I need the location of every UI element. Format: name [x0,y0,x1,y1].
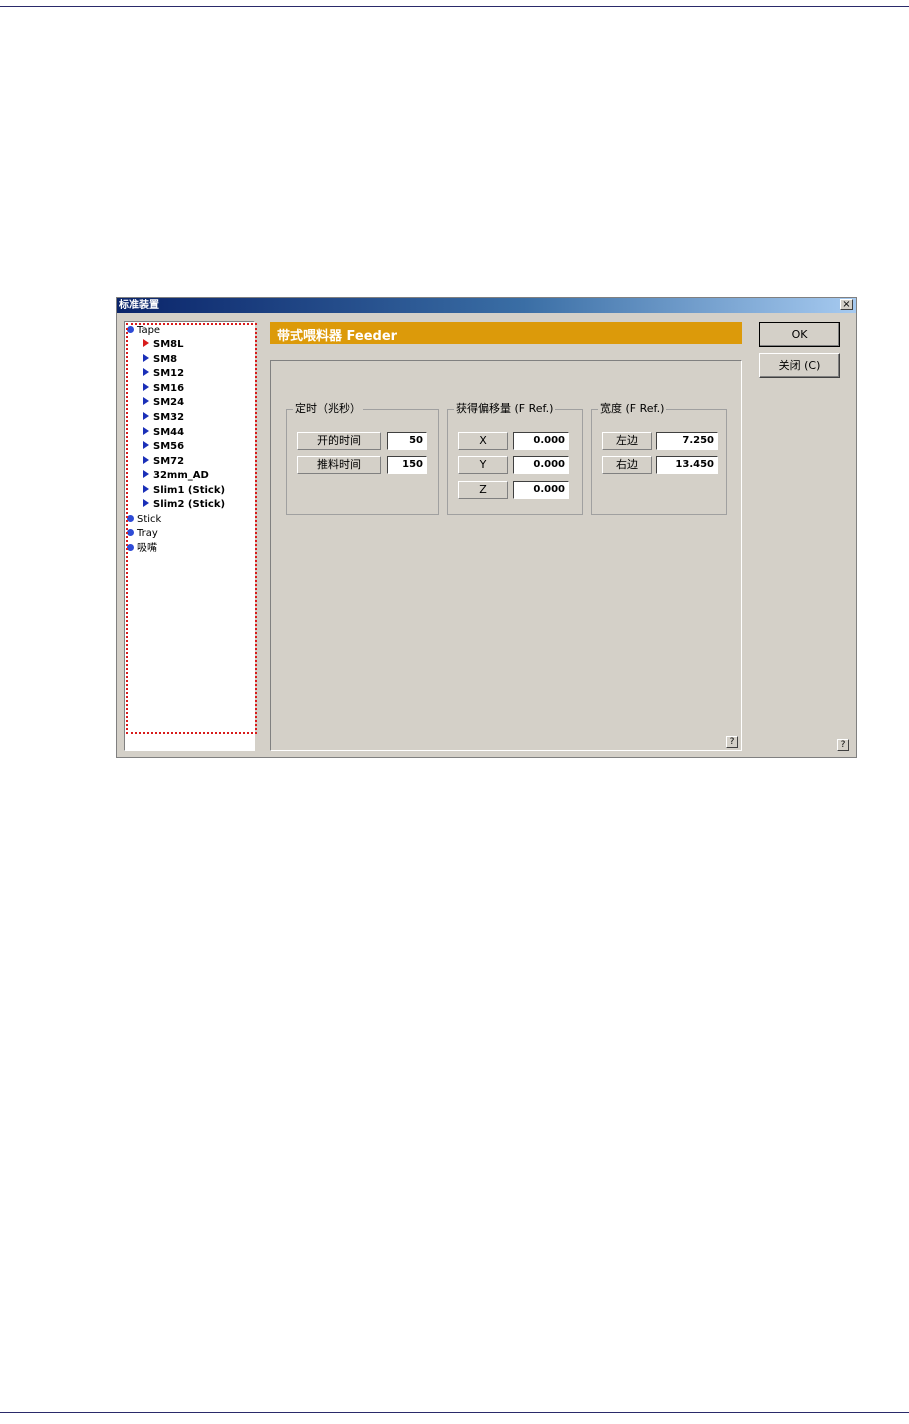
tree-item-sm8l[interactable]: SM8L [143,339,183,351]
tree-item-slim1[interactable]: Slim1 (Stick) [143,485,225,497]
title-bar: 标准装置 × [117,298,856,313]
expand-icon[interactable] [127,543,134,551]
ok-button[interactable]: OK [759,322,840,347]
window-title: 标准装置 [119,300,159,311]
left-edge-field[interactable]: 7.250 [656,432,718,450]
width-group: 宽度 (F Ref.) 左边 7.250 右边 13.450 [591,402,727,515]
left-edge-label: 左边 [602,432,652,450]
right-edge-field[interactable]: 13.450 [656,456,718,474]
arrow-icon [143,339,149,347]
tree-item-32mm-ad[interactable]: 32mm_AD [143,470,209,482]
arrow-icon [143,456,149,464]
arrow-icon [143,499,149,507]
width-legend: 宽度 (F Ref.) [598,402,667,416]
page-bottom-rule [0,1412,909,1413]
close-button[interactable]: 关闭 (C) [759,353,840,378]
settings-panel: 定时（兆秒） 开的时间 50 推料时间 150 获得偏移量 (F Ref.) X… [270,360,742,751]
push-time-label: 推料时间 [297,456,381,474]
offset-y-label: Y [458,456,508,474]
arrow-icon [143,383,149,391]
arrow-icon [143,368,149,376]
offset-y-field[interactable]: 0.000 [513,456,569,474]
timing-group: 定时（兆秒） 开的时间 50 推料时间 150 [286,402,439,515]
expand-icon[interactable] [127,514,134,522]
expand-icon[interactable] [127,325,134,333]
tree-item-sm32[interactable]: SM32 [143,412,184,424]
arrow-icon [143,470,149,478]
push-time-field[interactable]: 150 [387,456,427,474]
tree-item-sm44[interactable]: SM44 [143,427,184,439]
page-top-rule [0,6,909,7]
tree-item-tape[interactable]: Tape [127,325,160,337]
tree-item-sm72[interactable]: SM72 [143,456,184,468]
tree-item-sm16[interactable]: SM16 [143,383,184,395]
tree-item-slim2[interactable]: Slim2 (Stick) [143,499,225,511]
tree-item-stick[interactable]: Stick [127,514,161,526]
open-time-field[interactable]: 50 [387,432,427,450]
tree-item-sm56[interactable]: SM56 [143,441,184,453]
tree-item-nozzle[interactable]: 吸嘴 [127,543,157,555]
offset-z-label: Z [458,481,508,499]
arrow-icon [143,397,149,405]
feeder-title: 带式喂料器 Feeder [277,329,398,344]
open-time-label: 开的时间 [297,432,381,450]
offset-legend: 获得偏移量 (F Ref.) [454,402,556,416]
arrow-icon [143,427,149,435]
dialog-help-icon[interactable]: ? [837,739,849,751]
offset-x-field[interactable]: 0.000 [513,432,569,450]
expand-icon[interactable] [127,528,134,536]
offset-group: 获得偏移量 (F Ref.) X 0.000 Y 0.000 Z 0.000 [447,402,583,515]
timing-legend: 定时（兆秒） [293,402,363,416]
feeder-tree[interactable]: Tape SM8L SM8 SM12 SM16 SM24 SM32 SM44 S… [124,321,255,751]
offset-x-label: X [458,432,508,450]
tree-item-sm12[interactable]: SM12 [143,368,184,380]
arrow-icon [143,441,149,449]
tree-item-sm8[interactable]: SM8 [143,354,177,366]
feeder-header: 带式喂料器 Feeder [270,322,742,344]
right-edge-label: 右边 [602,456,652,474]
close-icon[interactable]: × [840,299,853,310]
offset-z-field[interactable]: 0.000 [513,481,569,499]
arrow-icon [143,412,149,420]
tree-item-sm24[interactable]: SM24 [143,397,184,409]
arrow-icon [143,354,149,362]
arrow-icon [143,485,149,493]
tree-item-tray[interactable]: Tray [127,528,158,540]
dialog-window: 标准装置 × Tape SM8L SM8 SM12 SM16 SM24 SM32… [116,297,857,758]
panel-help-icon[interactable]: ? [726,736,738,748]
